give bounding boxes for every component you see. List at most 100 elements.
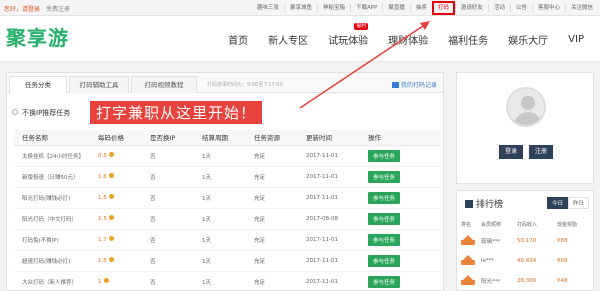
task-table: 任务名称 每码价格 是否换IP 结算周期 任务资源 更新时间 操作 太极挂机【2… (14, 130, 440, 291)
top-link-activity[interactable]: 活动 (487, 4, 510, 12)
task-date: 2017-11-01 (306, 229, 368, 251)
task-resource: 充足 (254, 166, 306, 188)
task-action: 参与任务 (368, 145, 440, 167)
register-link[interactable]: 免费注册 (46, 6, 70, 13)
top-link-treasure[interactable]: 神秘宝箱 (316, 4, 350, 12)
ranking-col-nickname: 会员昵称 (481, 222, 502, 228)
top-link-notice[interactable]: 公告 (509, 4, 532, 12)
nav-entertainment[interactable]: 娱乐大厅 (498, 32, 558, 47)
nav-vip[interactable]: VIP (558, 34, 594, 45)
site-header: 聚享游 首页 新人专区 试玩体验 福利 理财体验 福利任务 娱乐大厅 VIP (0, 16, 600, 62)
col-resource: 任务资源 (254, 130, 306, 146)
coin-icon (108, 194, 114, 199)
table-row: 打码兔(不换IP) 1.7 否 1天 充足 2017-11-01 参与任务 (14, 229, 440, 251)
ranking-tabs: 今日 昨日 (546, 197, 589, 209)
ranking-title: 排行榜 (465, 197, 503, 210)
ranking-row: le*** 40,434 ¥68 (457, 251, 593, 271)
task-ip: 否 (150, 208, 202, 230)
task-action: 参与任务 (368, 229, 440, 251)
rank-cash: ¥88 (557, 238, 568, 244)
ranking-box: 排行榜 今日 昨日 排名 会员昵称 打码收入 现金奖励 琉璃*** 50,170… (456, 190, 594, 291)
task-date: 2017-11-01 (306, 271, 368, 291)
tab-today[interactable]: 今日 (546, 197, 568, 209)
task-date: 2017-11-01 (306, 166, 368, 188)
price-value: 0.5 (98, 153, 107, 159)
rank-cash: ¥68 (557, 258, 568, 264)
rank-income: 28,300 (517, 278, 537, 284)
tab-task-category[interactable]: 任务分类 (9, 76, 67, 94)
top-links: 趣味三张 聚享城鱼 神秘宝箱 下载APP 聚直播 抽奖 打码 邀请好友 活动 公… (252, 0, 598, 16)
join-task-button[interactable]: 参与任务 (368, 191, 401, 204)
join-task-button[interactable]: 参与任务 (368, 212, 401, 225)
coin-icon (103, 278, 109, 283)
login-link[interactable]: 您好，请登录 (4, 6, 40, 13)
nav-trial[interactable]: 试玩体验 福利 (318, 22, 378, 47)
task-cycle: 1天 (202, 145, 254, 167)
join-task-button[interactable]: 参与任务 (368, 149, 401, 162)
col-updated: 更新时间 (306, 130, 368, 146)
task-resource: 充足 (254, 271, 306, 291)
top-link-support[interactable]: 客服中心 (531, 4, 565, 12)
price-value: 1.7 (98, 237, 107, 243)
crown-icon (461, 255, 475, 265)
tab-video-tutorial[interactable]: 打码视频教程 (131, 76, 197, 93)
my-record-label: 我的打码记录 (400, 82, 437, 89)
nav-home[interactable]: 首页 (218, 32, 258, 47)
top-link-captcha[interactable]: 打码 (431, 1, 455, 15)
col-change-ip: 是否换IP (150, 130, 202, 146)
top-link-game[interactable]: 趣味三张 (252, 4, 284, 12)
top-link-lottery[interactable]: 抽奖 (409, 4, 432, 12)
top-link-wechat[interactable]: 关注微信 (564, 4, 598, 12)
task-resource: 充足 (254, 145, 306, 167)
rank-2 (457, 255, 481, 267)
task-cycle: 1天 (202, 187, 254, 209)
ranking-col-cash: 现金奖励 (557, 222, 578, 228)
rank-cash: ¥48 (557, 278, 568, 284)
task-name: 大众打码（新人推荐） (14, 271, 98, 291)
main-nav: 首页 新人专区 试玩体验 福利 理财体验 福利任务 娱乐大厅 VIP (218, 16, 594, 62)
top-link-download-app[interactable]: 下载APP (349, 4, 382, 12)
task-date: 2017-08-08 (306, 208, 368, 230)
nav-welfare[interactable]: 福利任务 (438, 32, 498, 47)
nav-finance[interactable]: 理财体验 (378, 32, 438, 47)
coin-icon (108, 152, 114, 157)
table-header-row: 任务名称 每码价格 是否换IP 结算周期 任务资源 更新时间 操作 (14, 130, 440, 146)
nav-newbie[interactable]: 新人专区 (258, 32, 318, 47)
tab-tools[interactable]: 打码辅助工具 (69, 76, 129, 93)
col-price: 每码价格 (98, 130, 150, 146)
join-task-button[interactable]: 参与任务 (368, 170, 401, 183)
top-link-live[interactable]: 聚直播 (382, 4, 410, 12)
register-button[interactable]: 注册 (529, 145, 553, 159)
ranking-title-label: 排行榜 (476, 200, 504, 210)
avatar (506, 87, 546, 127)
task-action: 参与任务 (368, 271, 440, 291)
join-task-button[interactable]: 参与任务 (368, 233, 401, 246)
task-cycle: 1天 (202, 271, 254, 291)
tab-yesterday[interactable]: 昨日 (567, 197, 589, 209)
login-button[interactable]: 登录 (499, 145, 523, 159)
task-ip: 否 (150, 271, 202, 291)
table-row: 大众打码（新人推荐） 1 否 1天 充足 2017-11-01 参与任务 (14, 271, 440, 291)
top-link-fishing[interactable]: 聚享城鱼 (283, 4, 317, 12)
top-utility-bar: 您好，请登录 免费注册 趣味三张 聚享城鱼 神秘宝箱 下载APP 聚直播 抽奖 … (0, 0, 600, 16)
crown-icon (461, 235, 475, 245)
avatar-body (514, 112, 542, 125)
login-box: 登录 注册 (456, 72, 594, 184)
my-record-link[interactable]: 我的打码记录 (391, 80, 437, 89)
rank-1 (457, 235, 481, 247)
top-link-invite[interactable]: 邀请好友 (454, 4, 488, 12)
join-task-button[interactable]: 参与任务 (368, 275, 401, 288)
task-name: 阳光打码（中文打码） (14, 208, 98, 230)
ip-recommend-note[interactable]: 不换IP推荐任务 (12, 108, 70, 118)
radio-icon (12, 109, 18, 115)
task-price: 0.5 (98, 145, 150, 167)
col-task-name: 任务名称 (14, 130, 98, 146)
table-row: 阳光打码(赚钱必打) 1.5 否 1天 充足 2017-11-01 参与任务 (14, 187, 440, 209)
ranking-row: 琉璃*** 50,170 ¥88 (457, 231, 593, 251)
task-name: 太极挂机【24小时任务】 (14, 145, 98, 167)
rank-3 (457, 275, 481, 287)
site-logo[interactable]: 聚享游 (6, 22, 69, 51)
task-action: 参与任务 (368, 166, 440, 188)
ranking-icon (465, 200, 473, 208)
join-task-button[interactable]: 参与任务 (368, 254, 401, 267)
